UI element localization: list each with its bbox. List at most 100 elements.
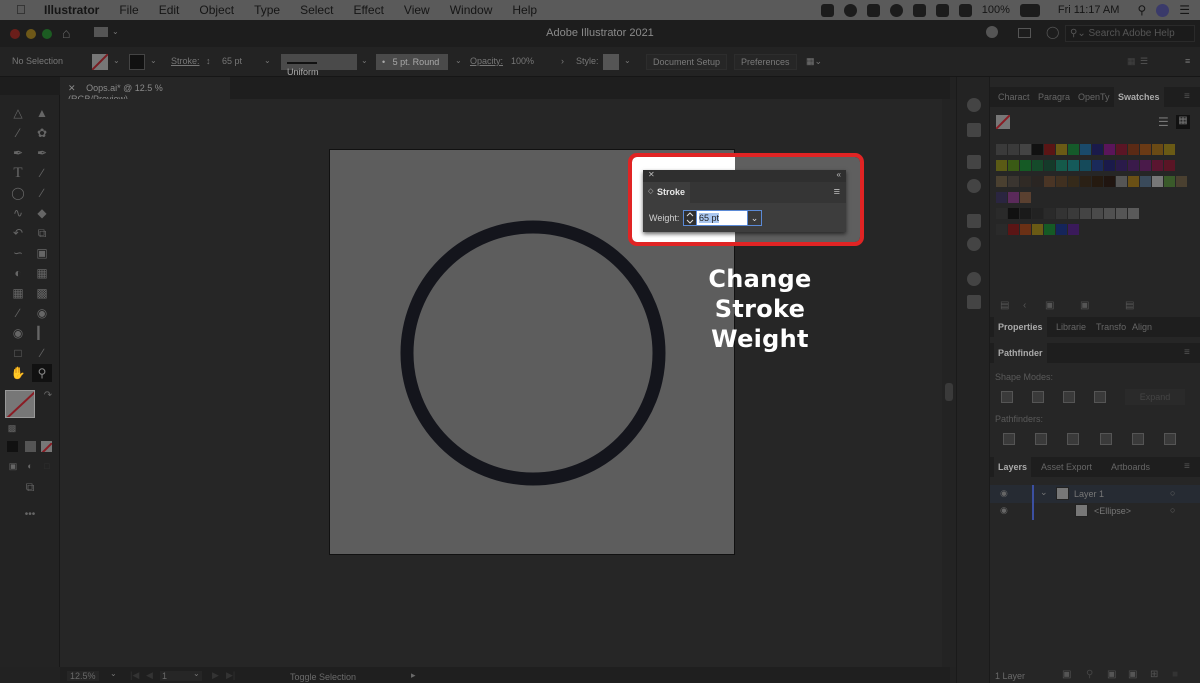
mesh-tool-icon[interactable]: ▦: [8, 284, 28, 302]
dropbox-icon[interactable]: [867, 4, 880, 17]
tab-libraries[interactable]: Librarie: [1056, 322, 1086, 332]
select-similar-icon[interactable]: ▦⌄: [806, 56, 822, 67]
vertical-scrollbar-thumb[interactable]: [945, 383, 953, 401]
tab-align[interactable]: Align: [1132, 322, 1152, 332]
swatch[interactable]: [1008, 208, 1019, 219]
brush-chevron[interactable]: ⌄: [455, 56, 462, 65]
swatch[interactable]: [1008, 224, 1019, 235]
status-menu-arrow[interactable]: ▸: [411, 670, 416, 681]
tab-artboards[interactable]: Artboards: [1111, 462, 1150, 472]
swatch[interactable]: [1164, 144, 1175, 155]
shaper-tool-icon[interactable]: ∿: [8, 204, 28, 222]
opacity-label[interactable]: Opacity:: [470, 56, 503, 66]
swatch[interactable]: [1128, 208, 1139, 219]
menu-help[interactable]: Help: [512, 3, 537, 17]
swatch[interactable]: [1104, 176, 1115, 187]
swatch[interactable]: [1104, 144, 1115, 155]
thumbnail-view-icon[interactable]: ▦: [1176, 115, 1190, 129]
symbol-sprayer-tool-icon[interactable]: ◉: [8, 324, 28, 342]
column-graph-tool-icon[interactable]: ▎: [32, 324, 52, 342]
swatch[interactable]: [1092, 160, 1103, 171]
magic-wand-tool-icon[interactable]: ⁄: [8, 124, 28, 142]
zoom-tool-icon[interactable]: ⚲: [32, 364, 52, 382]
swatch[interactable]: [1068, 176, 1079, 187]
swatch[interactable]: [1068, 224, 1079, 235]
tab-stroke[interactable]: ◇ Stroke: [643, 182, 690, 203]
weight-input[interactable]: 65 pt: [697, 210, 747, 226]
tab-asset-export[interactable]: Asset Export: [1041, 462, 1092, 472]
merge-icon[interactable]: [1067, 433, 1079, 445]
swatch-libraries-icon[interactable]: ▤: [1000, 300, 1009, 311]
tab-swatches[interactable]: Swatches: [1114, 87, 1164, 107]
menu-window[interactable]: Window: [450, 3, 493, 17]
swatch[interactable]: [1044, 144, 1055, 155]
target-icon[interactable]: ○: [1170, 488, 1175, 498]
swatch[interactable]: [1116, 144, 1127, 155]
swatch[interactable]: [1008, 144, 1019, 155]
edit-toolbar-icon[interactable]: •••: [20, 506, 40, 524]
swatch[interactable]: [1008, 176, 1019, 187]
divide-icon[interactable]: [1003, 433, 1015, 445]
swatch[interactable]: [1128, 144, 1139, 155]
document-setup-button[interactable]: Document Setup: [646, 54, 727, 70]
tab-paragraph[interactable]: Paragra: [1038, 92, 1070, 102]
fill-swatch[interactable]: [92, 54, 108, 70]
help-search-input[interactable]: ⚲⌄ Search Adobe Help: [1065, 25, 1195, 42]
shape-builder-tool-icon[interactable]: ◐: [8, 264, 28, 282]
scale-tool-icon[interactable]: ⧉: [32, 224, 52, 242]
swatch[interactable]: [1008, 160, 1019, 171]
make-clipping-mask-icon[interactable]: ▣: [1107, 669, 1116, 680]
stroke-panel-header[interactable]: ✕ «: [643, 170, 846, 182]
color-mode-button[interactable]: [7, 441, 18, 452]
show-swatch-kinds-icon[interactable]: ‹: [1023, 300, 1026, 311]
swatch[interactable]: [1044, 208, 1055, 219]
close-panel-icon[interactable]: ✕: [648, 170, 655, 179]
swatch[interactable]: [1068, 208, 1079, 219]
stroke-label[interactable]: Stroke:: [171, 56, 200, 66]
swatch[interactable]: [1164, 160, 1175, 171]
swatch[interactable]: [1032, 144, 1043, 155]
gradient-tool-icon[interactable]: ▩: [32, 284, 52, 302]
color-icon[interactable]: [967, 123, 981, 137]
target-icon[interactable]: ○: [1170, 505, 1175, 515]
swatch[interactable]: [1032, 224, 1043, 235]
last-artboard-icon[interactable]: ▶|: [226, 670, 235, 681]
swatch[interactable]: [1104, 208, 1115, 219]
layer-name[interactable]: Layer 1: [1074, 489, 1104, 499]
draw-inside-icon[interactable]: □: [37, 457, 57, 475]
layers-menu-icon[interactable]: ≡: [1184, 462, 1194, 472]
layer-name[interactable]: <Ellipse>: [1094, 506, 1131, 516]
swatch[interactable]: [1116, 208, 1127, 219]
control-bar-menu-icon[interactable]: ≡: [1185, 56, 1190, 66]
menu-select[interactable]: Select: [300, 3, 333, 17]
pen-tool-icon[interactable]: ✒: [8, 144, 28, 162]
swatch[interactable]: [1080, 176, 1091, 187]
graphic-styles-icon[interactable]: [967, 295, 981, 309]
spotlight-icon[interactable]: ⚲: [1137, 3, 1146, 17]
line-tool-icon[interactable]: ∕: [32, 164, 52, 182]
swatch[interactable]: [996, 160, 1007, 171]
brightness-icon[interactable]: [890, 4, 903, 17]
fill-dropdown-chevron[interactable]: ⌄: [113, 56, 120, 65]
ellipse-artwork[interactable]: [396, 217, 670, 489]
swatch[interactable]: [1140, 160, 1151, 171]
stroke-weight-value[interactable]: 65 pt: [222, 56, 242, 66]
swatch[interactable]: [996, 144, 1007, 155]
slice-tool-icon[interactable]: ∕: [32, 344, 52, 362]
menu-type[interactable]: Type: [254, 3, 280, 17]
swatch[interactable]: [1080, 208, 1091, 219]
unite-icon[interactable]: [1001, 391, 1013, 403]
swatch[interactable]: [1140, 144, 1151, 155]
ellipse-tool-icon[interactable]: ◯: [8, 184, 28, 202]
gradient-panel-icon[interactable]: [967, 214, 981, 228]
swatch[interactable]: [1176, 176, 1187, 187]
visibility-eye-icon[interactable]: ◉: [1000, 505, 1008, 516]
swatch[interactable]: [996, 176, 1007, 187]
variable-width-profile-dropdown[interactable]: Uniform: [281, 54, 357, 70]
swatch[interactable]: [1152, 176, 1163, 187]
creative-cloud-icon[interactable]: [844, 4, 857, 17]
status-text[interactable]: Toggle Selection: [290, 672, 356, 682]
eyedropper-tool-icon[interactable]: ∕: [8, 304, 28, 322]
evernote-icon[interactable]: [821, 4, 834, 17]
bluetooth-icon[interactable]: [936, 4, 949, 17]
